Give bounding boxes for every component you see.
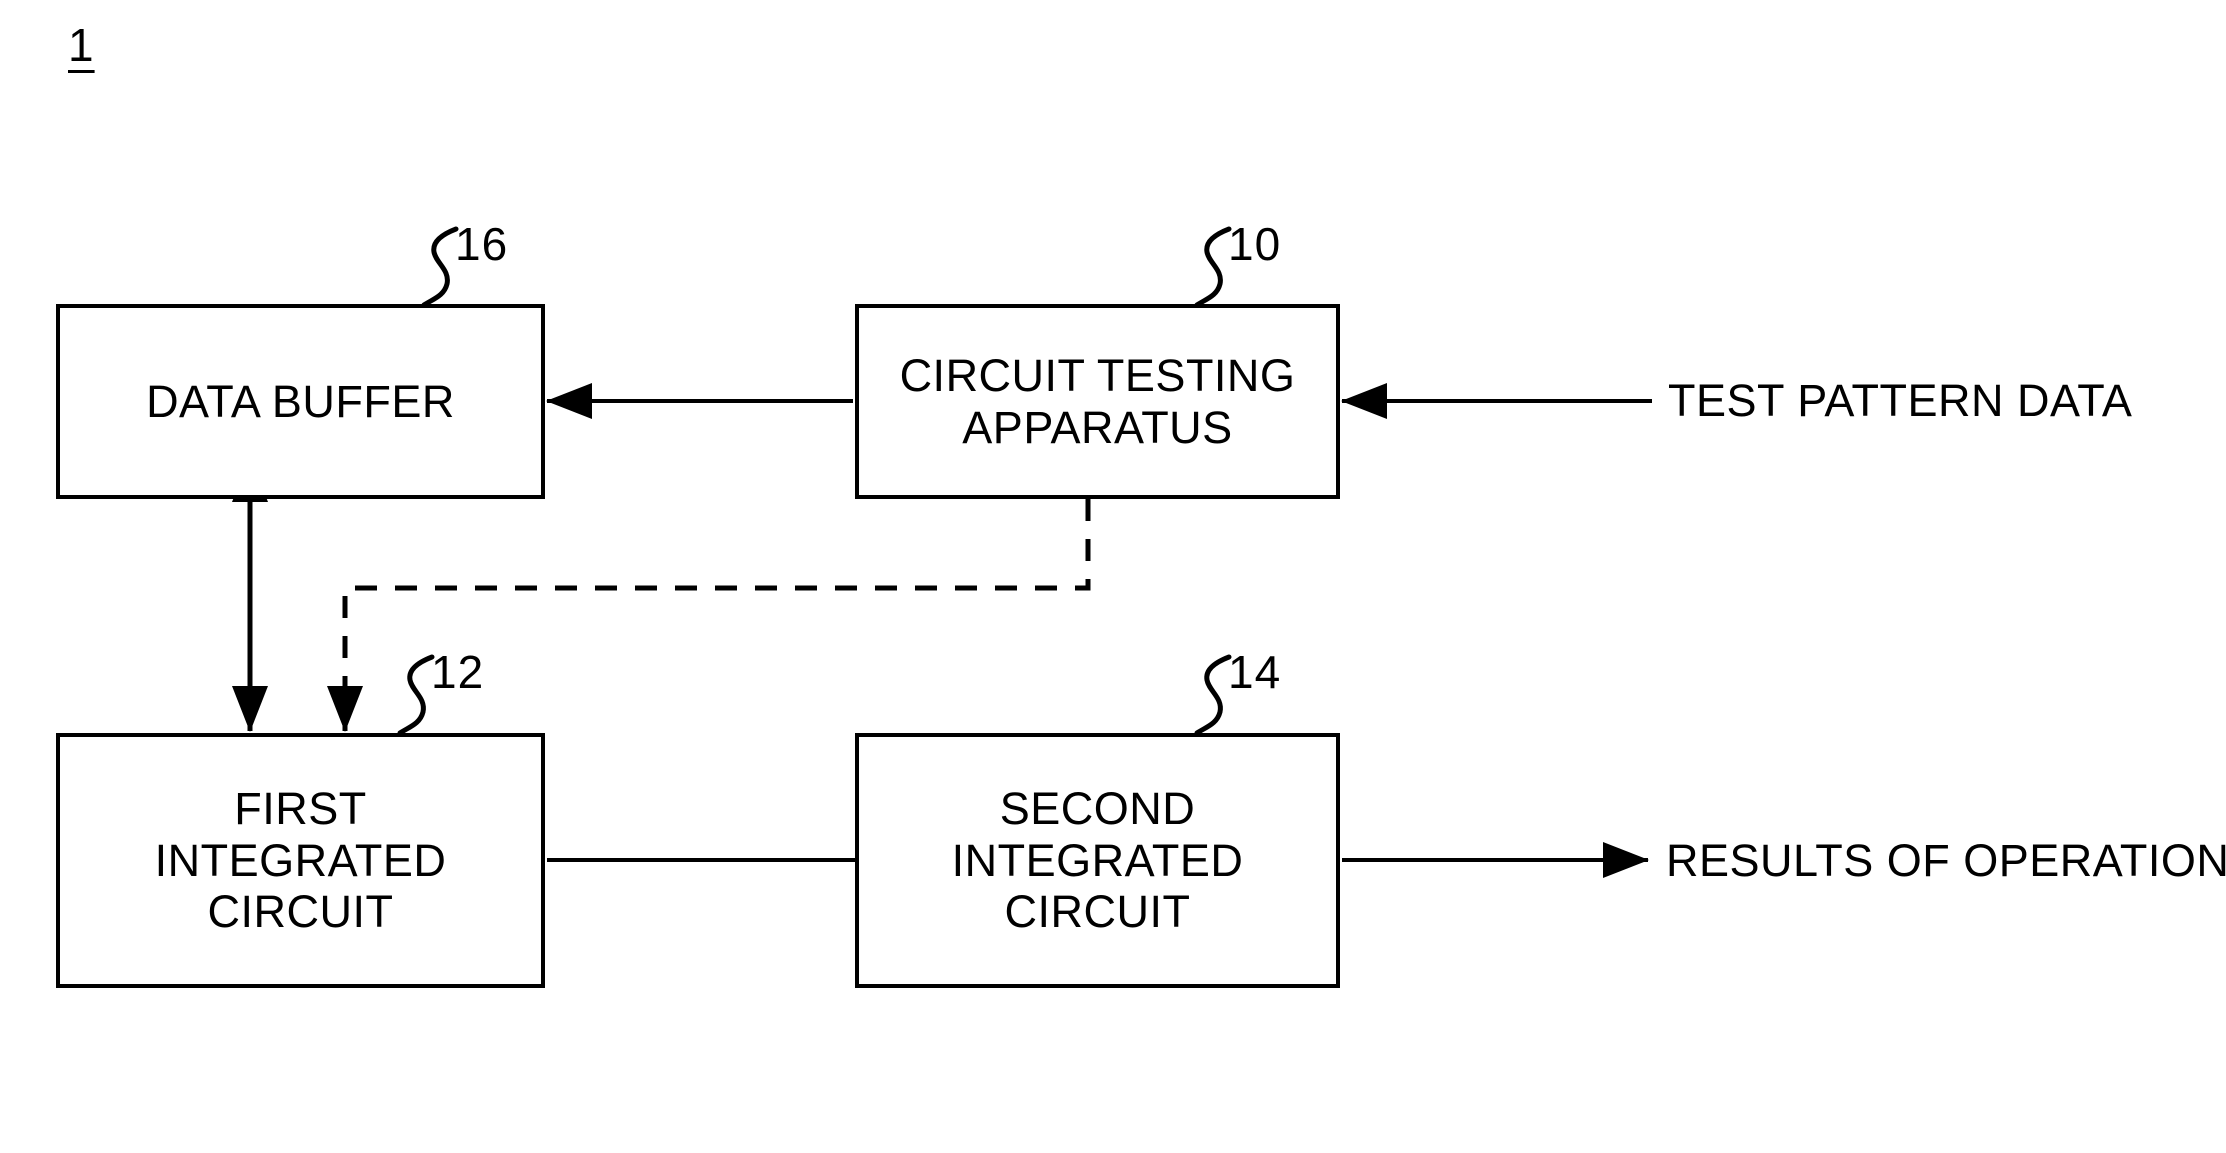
block-second-integrated-circuit-label: SECOND INTEGRATED CIRCUIT — [951, 782, 1244, 938]
leader-line-12 — [397, 654, 435, 736]
leader-line-14 — [1194, 654, 1232, 736]
block-first-integrated-circuit-label: FIRST INTEGRATED CIRCUIT — [154, 782, 447, 938]
label-results-of-operation: RESULTS OF OPERATION — [1666, 835, 2226, 886]
block-second-integrated-circuit[interactable]: SECOND INTEGRATED CIRCUIT — [855, 733, 1340, 988]
leader-line-10 — [1194, 226, 1232, 308]
block-circuit-testing-apparatus-label: CIRCUIT TESTING APPARATUS — [899, 349, 1296, 453]
label-test-pattern-data: TEST PATTERN DATA — [1668, 375, 2133, 426]
leader-line-16 — [421, 226, 459, 308]
block-data-buffer[interactable]: DATA BUFFER — [56, 304, 545, 499]
ref-numeral-10: 10 — [1228, 218, 1282, 270]
ref-numeral-14: 14 — [1228, 646, 1282, 698]
block-circuit-testing-apparatus[interactable]: CIRCUIT TESTING APPARATUS — [855, 304, 1340, 499]
block-first-integrated-circuit[interactable]: FIRST INTEGRATED CIRCUIT — [56, 733, 545, 988]
ref-numeral-16: 16 — [455, 218, 509, 270]
ref-numeral-12: 12 — [431, 646, 485, 698]
figure-canvas: 1 DATA BUFFER 16 CIRCUIT TESTING APPARAT… — [0, 0, 2226, 1153]
block-data-buffer-label: DATA BUFFER — [146, 375, 455, 427]
